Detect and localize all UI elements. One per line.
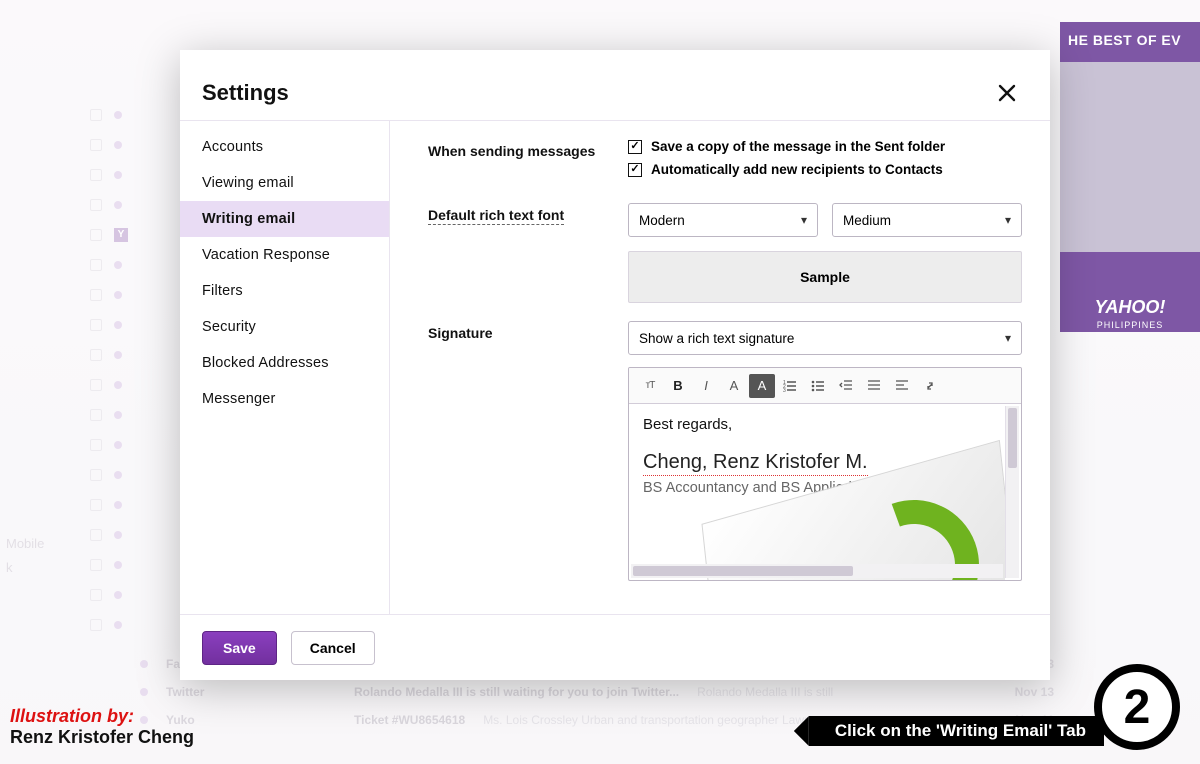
outdent-button[interactable] bbox=[833, 374, 859, 398]
outdent-icon bbox=[839, 379, 853, 393]
settings-modal: Settings Accounts Viewing email Writing … bbox=[180, 50, 1050, 680]
indent-icon bbox=[867, 379, 881, 393]
checkbox-icon bbox=[628, 163, 642, 177]
sidebar-item-label: Filters bbox=[202, 283, 243, 299]
credit-label: Illustration by: bbox=[10, 706, 194, 727]
sidebar-item-filters[interactable]: Filters bbox=[180, 273, 389, 309]
credit-author: Renz Kristofer Cheng bbox=[10, 727, 194, 748]
checkbox-save-copy[interactable]: Save a copy of the message in the Sent f… bbox=[628, 139, 1022, 154]
sidebar-item-label: Security bbox=[202, 319, 256, 335]
close-button[interactable] bbox=[994, 80, 1020, 106]
font-size-button[interactable]: тT bbox=[637, 374, 663, 398]
ad-sidebar: HE BEST OF EV YAHOO! PHILIPPINES bbox=[1060, 22, 1200, 332]
scrollbar-thumb[interactable] bbox=[633, 566, 853, 576]
signature-greeting: Best regards, bbox=[643, 416, 991, 433]
modal-header: Settings bbox=[180, 50, 1050, 120]
sidebar-item-accounts[interactable]: Accounts bbox=[180, 129, 389, 165]
bullet-list-button[interactable] bbox=[805, 374, 831, 398]
italic-button[interactable]: I bbox=[693, 374, 719, 398]
save-button[interactable]: Save bbox=[202, 631, 277, 665]
sidebar-item-label: Messenger bbox=[202, 391, 276, 407]
numbered-list-button[interactable]: 123 bbox=[777, 374, 803, 398]
step-number: 2 bbox=[1124, 680, 1151, 735]
select-font-family[interactable]: Modern ▾ bbox=[628, 203, 818, 237]
align-button[interactable] bbox=[889, 374, 915, 398]
step-caption: Click on the 'Writing Email' Tab bbox=[809, 716, 1104, 746]
cancel-button[interactable]: Cancel bbox=[291, 631, 375, 665]
highlight-button[interactable]: A bbox=[749, 374, 775, 398]
modal-footer: Save Cancel bbox=[180, 614, 1050, 680]
svg-text:3: 3 bbox=[783, 388, 786, 393]
font-sample-box: Sample bbox=[628, 251, 1022, 303]
step-caption-text: Click on the 'Writing Email' Tab bbox=[835, 721, 1086, 741]
select-signature-mode[interactable]: Show a rich text signature ▾ bbox=[628, 321, 1022, 355]
checkbox-auto-add-recipients[interactable]: Automatically add new recipients to Cont… bbox=[628, 162, 1022, 177]
sidebar-item-label: Accounts bbox=[202, 139, 263, 155]
settings-sidebar: Accounts Viewing email Writing email Vac… bbox=[180, 121, 390, 614]
modal-title: Settings bbox=[202, 80, 289, 106]
chevron-down-icon: ▾ bbox=[801, 213, 807, 227]
bold-button[interactable]: B bbox=[665, 374, 691, 398]
sidebar-item-blocked-addresses[interactable]: Blocked Addresses bbox=[180, 345, 389, 381]
close-icon bbox=[998, 84, 1016, 102]
signature-editor: тT B I A A 123 bbox=[628, 367, 1022, 581]
sidebar-item-label: Viewing email bbox=[202, 175, 294, 191]
signature-name: Cheng, Renz Kristofer M. bbox=[643, 451, 868, 476]
link-button[interactable] bbox=[917, 374, 943, 398]
sidebar-item-label: Blocked Addresses bbox=[202, 355, 329, 371]
sidebar-item-viewing-email[interactable]: Viewing email bbox=[180, 165, 389, 201]
horizontal-scrollbar[interactable] bbox=[631, 564, 1003, 578]
settings-content: When sending messages Save a copy of the… bbox=[390, 121, 1050, 614]
bullet-list-icon bbox=[811, 379, 825, 393]
scrollbar-thumb[interactable] bbox=[1008, 408, 1017, 468]
illustration-credit: Illustration by: Renz Kristofer Cheng bbox=[10, 706, 194, 748]
text-color-button[interactable]: A bbox=[721, 374, 747, 398]
select-value: Medium bbox=[843, 213, 891, 228]
ad-headline: HE BEST OF EV bbox=[1060, 22, 1200, 48]
ad-brand: YAHOO! bbox=[1060, 297, 1200, 318]
section-label-signature: Signature bbox=[428, 321, 628, 341]
sidebar-item-label: Writing email bbox=[202, 211, 295, 227]
checkbox-label: Save a copy of the message in the Sent f… bbox=[651, 139, 945, 154]
sidebar-item-messenger[interactable]: Messenger bbox=[180, 381, 389, 417]
sidebar-item-label: Vacation Response bbox=[202, 247, 330, 263]
chevron-down-icon: ▾ bbox=[1005, 213, 1011, 227]
vertical-scrollbar[interactable] bbox=[1005, 406, 1019, 578]
editor-body[interactable]: Best regards, Cheng, Renz Kristofer M. B… bbox=[629, 404, 1021, 580]
sidebar-item-writing-email[interactable]: Writing email bbox=[180, 201, 389, 237]
select-value: Show a rich text signature bbox=[639, 331, 794, 346]
section-label-font: Default rich text font bbox=[428, 203, 564, 225]
section-label-sending: When sending messages bbox=[428, 139, 628, 159]
font-sample-text: Sample bbox=[800, 269, 850, 285]
select-value: Modern bbox=[639, 213, 685, 228]
chevron-down-icon: ▾ bbox=[1005, 331, 1011, 345]
select-font-size[interactable]: Medium ▾ bbox=[832, 203, 1022, 237]
ad-subbrand: PHILIPPINES bbox=[1060, 320, 1200, 330]
sidebar-item-vacation-response[interactable]: Vacation Response bbox=[180, 237, 389, 273]
link-icon bbox=[923, 379, 937, 393]
step-number-badge: 2 bbox=[1094, 664, 1180, 750]
align-icon bbox=[895, 379, 909, 393]
checkbox-label: Automatically add new recipients to Cont… bbox=[651, 162, 943, 177]
editor-toolbar: тT B I A A 123 bbox=[629, 368, 1021, 404]
indent-button[interactable] bbox=[861, 374, 887, 398]
numbered-list-icon: 123 bbox=[783, 379, 797, 393]
sidebar-item-security[interactable]: Security bbox=[180, 309, 389, 345]
checkbox-icon bbox=[628, 140, 642, 154]
